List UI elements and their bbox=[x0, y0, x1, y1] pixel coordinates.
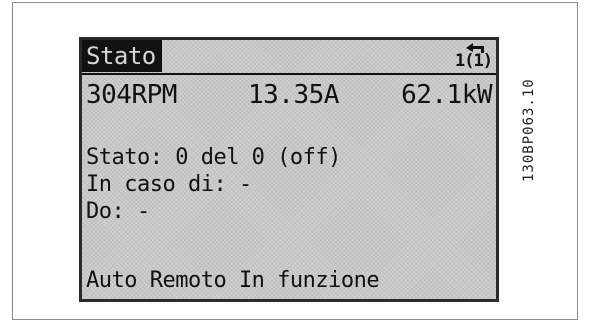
title-underline bbox=[82, 73, 496, 75]
power-readout: 62.1kW bbox=[401, 80, 492, 110]
figure-code-label: 130BP063.10 bbox=[521, 78, 537, 182]
display-title: Stato bbox=[82, 40, 162, 72]
speed-readout: 304RPM bbox=[86, 80, 177, 110]
action-line: Do: - bbox=[86, 199, 150, 224]
mode-status-line: Auto Remoto In funzione bbox=[86, 268, 380, 293]
status-lines: Stato: 0 del 0 (off) In caso di: - Do: - bbox=[86, 144, 341, 225]
current-readout: 13.35A bbox=[248, 80, 339, 110]
readouts-line: 304RPM 13.35A 62.1kW bbox=[86, 78, 492, 112]
figure-code: 130BP063.10 bbox=[505, 40, 537, 200]
display-title-bar: Stato 1(1) bbox=[82, 40, 496, 75]
active-setup-label: 1(1) bbox=[455, 51, 493, 71]
menu-indicator: 1(1) bbox=[455, 42, 493, 72]
status-line: Stato: 0 del 0 (off) bbox=[86, 145, 341, 170]
event-line: In caso di: - bbox=[86, 172, 252, 197]
lcp-display: Stato 1(1) 304RPM 13.35A 62.1kW Stato: 0… bbox=[79, 37, 499, 302]
